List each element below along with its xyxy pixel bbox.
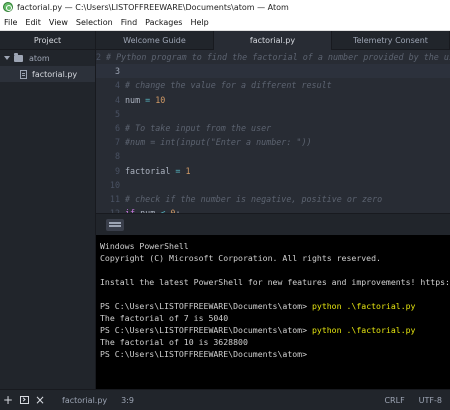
close-icon[interactable]: × (32, 390, 48, 410)
code-line: 6 # To take input from the user (96, 121, 450, 135)
code-line-current: 3 (96, 64, 450, 79)
terminal-line: PS C:\Users\LISTOFFREEWARE\Documents\ato… (100, 324, 450, 336)
tab-bar: Welcome Guide factorial.py Telemetry Con… (96, 31, 450, 50)
code-text: num = 10 (125, 94, 166, 105)
code-line: 10 (96, 178, 450, 192)
line-number: 6 (114, 122, 120, 133)
terminal-line: Install the latest PowerShell for new fe… (100, 277, 450, 287)
line-number: 10 (109, 179, 120, 190)
terminal-prompt: PS C:\Users\LISTOFFREEWARE\Documents\ato… (100, 325, 312, 335)
menu-bar: File Edit View Selection Find Packages H… (0, 14, 450, 31)
code-line: 7 #num = int(input("Enter a number: ")) (96, 135, 450, 149)
terminal-line: Copyright (C) Microsoft Corporation. All… (100, 253, 381, 263)
terminal-icon[interactable] (16, 390, 32, 410)
tab-telemetry-consent[interactable]: Telemetry Consent (332, 31, 450, 50)
code-editor[interactable]: 2 # Python program to find the factorial… (96, 50, 450, 213)
code-line: 4 # change the value for a different res… (96, 78, 450, 92)
chevron-down-icon (4, 56, 10, 60)
code-line: 8 (96, 149, 450, 163)
tab-welcome-guide[interactable]: Welcome Guide (96, 31, 214, 50)
line-number: 9 (114, 165, 120, 176)
tab-factorial[interactable]: factorial.py (214, 31, 332, 50)
terminal-panel[interactable]: Windows PowerShell Copyright (C) Microso… (96, 235, 450, 389)
code-line: 5 (96, 107, 450, 121)
status-line-ending[interactable]: CRLF (384, 396, 404, 405)
title-bar: factorial.py — C:\Users\LISTOFFREEWARE\D… (0, 0, 450, 14)
code-text: if num < 0: (120, 206, 181, 213)
terminal-command: python .\factorial.py (311, 325, 416, 335)
line-number: 5 (114, 108, 120, 119)
line-number: 12 (96, 206, 120, 213)
terminal-line: The factorial of 7 is 5040 (100, 313, 229, 323)
line-number: 7 (114, 137, 120, 148)
tree-file-factorial[interactable]: factorial.py (0, 66, 95, 82)
tree-folder-label: atom (29, 53, 50, 63)
window-title: factorial.py — C:\Users\LISTOFFREEWARE\D… (17, 2, 289, 12)
code-line: 2 # Python program to find the factorial… (96, 50, 450, 64)
menu-find[interactable]: Find (117, 18, 141, 27)
file-icon (20, 69, 27, 79)
terminal-line: PS C:\Users\LISTOFFREEWARE\Documents\ato… (100, 300, 450, 312)
terminal-line: The factorial of 10 is 3628800 (100, 337, 248, 347)
code-text: # change the value for a different resul… (125, 80, 332, 91)
code-text: # To take input from the user (125, 122, 272, 133)
line-number: 4 (114, 94, 120, 105)
status-right: CRLF UTF-8 (384, 396, 442, 405)
code-line: 12 if num < 0: (96, 206, 450, 213)
code-text: # Python program to find the factorial o… (106, 52, 450, 62)
keyboard-icon[interactable] (106, 219, 124, 231)
project-header: Project (0, 31, 95, 50)
menu-help[interactable]: Help (186, 18, 212, 27)
folder-icon (14, 52, 23, 62)
terminal-line: Windows PowerShell (100, 241, 189, 251)
code-line: 9 factorial = 1 (96, 164, 450, 178)
menu-edit[interactable]: Edit (21, 18, 45, 27)
terminal-prompt: PS C:\Users\LISTOFFREEWARE\Documents\ato… (100, 301, 312, 311)
line-number: 3 (114, 66, 120, 77)
line-number: 8 (114, 151, 120, 162)
menu-selection[interactable]: Selection (72, 18, 117, 27)
code-line: 11 # check if the number is negative, po… (96, 192, 450, 206)
terminal-toolbar (96, 213, 450, 235)
tree-file-label: factorial.py (32, 69, 78, 79)
code-line: 4 num = 10 (96, 93, 450, 107)
status-cursor-position[interactable]: 3:9 (121, 396, 134, 405)
project-tree: Project atom factorial.py (0, 31, 96, 389)
add-terminal-icon[interactable]: + (0, 390, 16, 410)
status-encoding[interactable]: UTF-8 (419, 396, 442, 405)
menu-file[interactable]: File (0, 18, 21, 27)
terminal-line: PS C:\Users\LISTOFFREEWARE\Documents\ato… (100, 349, 308, 359)
tree-folder-atom[interactable]: atom (0, 50, 95, 66)
code-text: factorial = 1 (125, 165, 191, 176)
code-text: # check if the number is negative, posit… (125, 193, 383, 204)
line-number: 11 (109, 193, 120, 204)
terminal-glyph-icon (19, 396, 29, 404)
atom-logo-icon (3, 2, 13, 12)
code-text: #num = int(input("Enter a number: ")) (125, 137, 312, 148)
status-file-name[interactable]: factorial.py (62, 396, 107, 405)
line-number: 4 (114, 80, 120, 91)
menu-view[interactable]: View (45, 18, 72, 27)
terminal-command: python .\factorial.py (311, 301, 416, 311)
menu-packages[interactable]: Packages (141, 18, 186, 27)
status-bar: + × factorial.py 3:9 CRLF UTF-8 (0, 389, 450, 410)
